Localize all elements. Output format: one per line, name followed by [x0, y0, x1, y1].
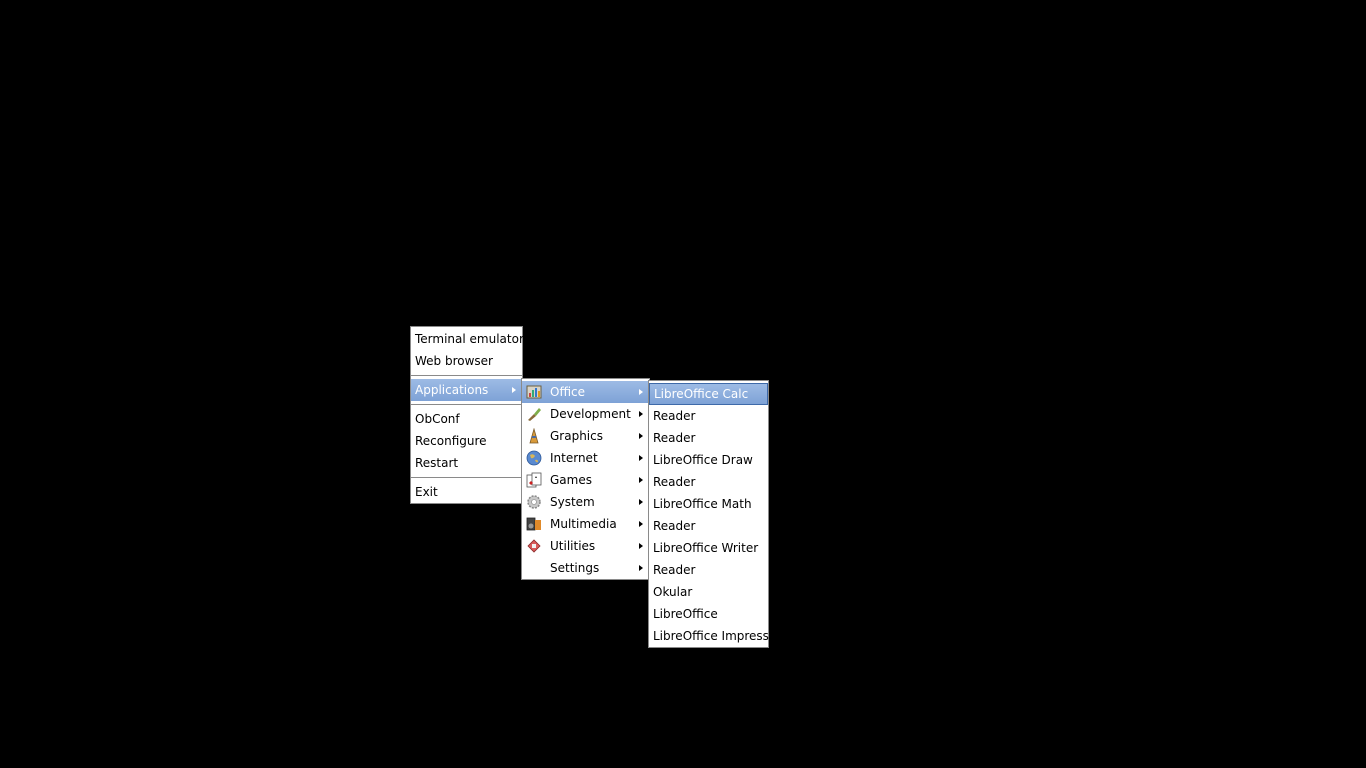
office-icon — [526, 385, 542, 399]
menu-item-label: LibreOffice Impress — [653, 629, 769, 643]
menu-item-label: Reconfigure — [415, 434, 487, 448]
menu-item-games[interactable]: Games — [522, 469, 649, 491]
menu-item-label: Reader — [653, 431, 696, 445]
menu-item-label: Graphics — [550, 429, 603, 443]
submenu-arrow-icon — [639, 521, 643, 527]
menu-item-graphics[interactable]: Graphics — [522, 425, 649, 447]
submenu-arrow-icon — [639, 499, 643, 505]
menu-item-settings[interactable]: Settings — [522, 557, 649, 579]
menu-item-label: System — [550, 495, 595, 509]
menu-item-label: Multimedia — [550, 517, 617, 531]
menu-item-web-browser[interactable]: Web browser — [411, 350, 522, 372]
menu-item-internet[interactable]: Internet — [522, 447, 649, 469]
menu-item-label: LibreOffice — [653, 607, 718, 621]
menu-item-applications[interactable]: Applications — [411, 379, 522, 401]
utilities-icon — [527, 539, 541, 553]
applications-submenu: Office Development Graphics Internet Gam… — [521, 378, 650, 580]
menu-separator — [411, 477, 522, 478]
menu-item-obconf[interactable]: ObConf — [411, 408, 522, 430]
menu-item-libreoffice-draw[interactable]: LibreOffice Draw — [649, 449, 768, 471]
menu-item-libreoffice[interactable]: LibreOffice — [649, 603, 768, 625]
system-gear-icon — [527, 495, 541, 509]
menu-item-label: LibreOffice Draw — [653, 453, 753, 467]
submenu-arrow-icon — [639, 389, 643, 395]
menu-item-multimedia[interactable]: Multimedia — [522, 513, 649, 535]
multimedia-icon — [526, 517, 541, 531]
development-icon — [528, 408, 541, 421]
menu-item-reader[interactable]: Reader — [649, 405, 768, 427]
menu-item-label: Reader — [653, 519, 696, 533]
menu-item-label: Development — [550, 407, 631, 421]
menu-item-label: Okular — [653, 585, 693, 599]
menu-item-reader[interactable]: Reader — [649, 471, 768, 493]
menu-item-label: Exit — [415, 485, 438, 499]
menu-item-libreoffice-impress[interactable]: LibreOffice Impress — [649, 625, 769, 647]
menu-item-utilities[interactable]: Utilities — [522, 535, 649, 557]
menu-item-label: Web browser — [415, 354, 493, 368]
menu-item-reader[interactable]: Reader — [649, 559, 768, 581]
menu-item-label: Reader — [653, 475, 696, 489]
menu-item-office[interactable]: Office — [522, 381, 649, 403]
menu-item-label: ObConf — [415, 412, 460, 426]
office-submenu: LibreOffice Calc Reader Reader LibreOffi… — [648, 380, 769, 648]
menu-item-label: Applications — [415, 383, 489, 397]
menu-item-label: Office — [550, 385, 586, 399]
menu-item-exit[interactable]: Exit — [411, 481, 522, 503]
menu-item-label: LibreOffice Writer — [653, 541, 759, 555]
desktop[interactable]: Terminal emulator Web browser Applicatio… — [0, 0, 1366, 768]
graphics-icon — [529, 428, 539, 444]
menu-item-libreoffice-calc[interactable]: LibreOffice Calc — [649, 383, 768, 405]
games-cards-icon — [526, 472, 542, 488]
menu-item-label: Terminal emulator — [415, 332, 524, 346]
menu-item-label: Games — [550, 473, 592, 487]
submenu-arrow-icon — [639, 565, 643, 571]
menu-item-label: LibreOffice Calc — [654, 387, 749, 401]
submenu-arrow-icon — [639, 477, 643, 483]
submenu-arrow-icon — [639, 455, 643, 461]
menu-item-label: Settings — [550, 561, 600, 575]
menu-item-label: Reader — [653, 409, 696, 423]
menu-item-restart[interactable]: Restart — [411, 452, 522, 474]
menu-item-terminal-emulator[interactable]: Terminal emulator — [411, 328, 524, 350]
internet-globe-icon — [526, 450, 542, 466]
submenu-arrow-icon — [512, 387, 516, 393]
menu-item-okular[interactable]: Okular — [649, 581, 768, 603]
menu-item-libreoffice-math[interactable]: LibreOffice Math — [649, 493, 768, 515]
submenu-arrow-icon — [639, 543, 643, 549]
menu-item-development[interactable]: Development — [522, 403, 649, 425]
menu-separator — [411, 375, 522, 376]
menu-item-reader[interactable]: Reader — [649, 515, 768, 537]
menu-item-label: Utilities — [550, 539, 596, 553]
submenu-arrow-icon — [639, 433, 643, 439]
menu-item-reconfigure[interactable]: Reconfigure — [411, 430, 522, 452]
menu-item-label: Internet — [550, 451, 598, 465]
root-menu: Terminal emulator Web browser Applicatio… — [410, 326, 524, 504]
menu-item-label: Reader — [653, 563, 696, 577]
menu-item-label: LibreOffice Math — [653, 497, 752, 511]
menu-item-system[interactable]: System — [522, 491, 649, 513]
submenu-arrow-icon — [639, 411, 643, 417]
menu-item-reader[interactable]: Reader — [649, 427, 768, 449]
menu-separator — [411, 404, 522, 405]
menu-item-label: Restart — [415, 456, 459, 470]
menu-item-libreoffice-writer[interactable]: LibreOffice Writer — [649, 537, 768, 559]
